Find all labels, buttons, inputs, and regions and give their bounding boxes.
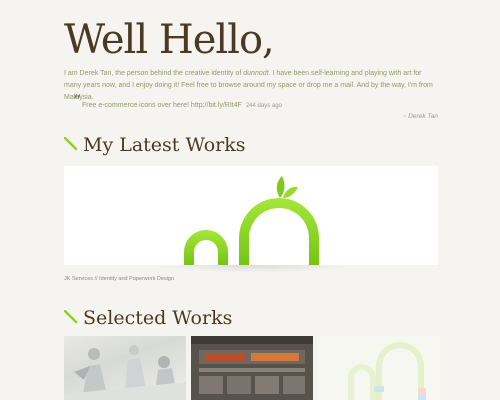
- showcase-shadow: [154, 265, 354, 273]
- work-thumbnail[interactable]: [191, 336, 313, 400]
- latest-tweet: Free e-commerce icons over here! http://…: [82, 101, 282, 111]
- section-title-label: My Latest Works: [83, 134, 246, 156]
- green-slash-icon: [64, 137, 78, 151]
- section-title-selected-works: Selected Works: [64, 307, 232, 329]
- tweet-text[interactable]: Free e-commerce icons over here! http://…: [82, 102, 242, 109]
- website-screenshot-image: [191, 336, 313, 394]
- latest-work-caption[interactable]: JK Services // Identity and Paperwork De…: [64, 276, 174, 282]
- section-title-label: Selected Works: [83, 307, 233, 329]
- section-title-latest-works: My Latest Works: [64, 134, 246, 156]
- intro-paragraph: I am Derek Tan, the person behind the cr…: [64, 68, 438, 104]
- quote-icon: “: [73, 91, 82, 110]
- tweet-signature: ~ Derek Tan: [402, 113, 438, 120]
- tweet-timestamp[interactable]: 244 days ago: [246, 103, 282, 109]
- logo-artwork-image: [348, 342, 426, 400]
- work-thumbnail[interactable]: [318, 336, 440, 400]
- brand-name: dunnodt: [243, 70, 269, 77]
- page-title: Well Hello,: [64, 17, 275, 63]
- intro-text-start: I am Derek Tan, the person behind the cr…: [64, 70, 244, 77]
- work-thumbnail[interactable]: [64, 336, 186, 400]
- selected-works-grid: [64, 336, 440, 400]
- latest-work-showcase[interactable]: [64, 166, 438, 265]
- jk-services-logo-icon: [184, 176, 319, 265]
- green-slash-icon: [64, 310, 78, 324]
- sports-artwork-image: [64, 345, 186, 400]
